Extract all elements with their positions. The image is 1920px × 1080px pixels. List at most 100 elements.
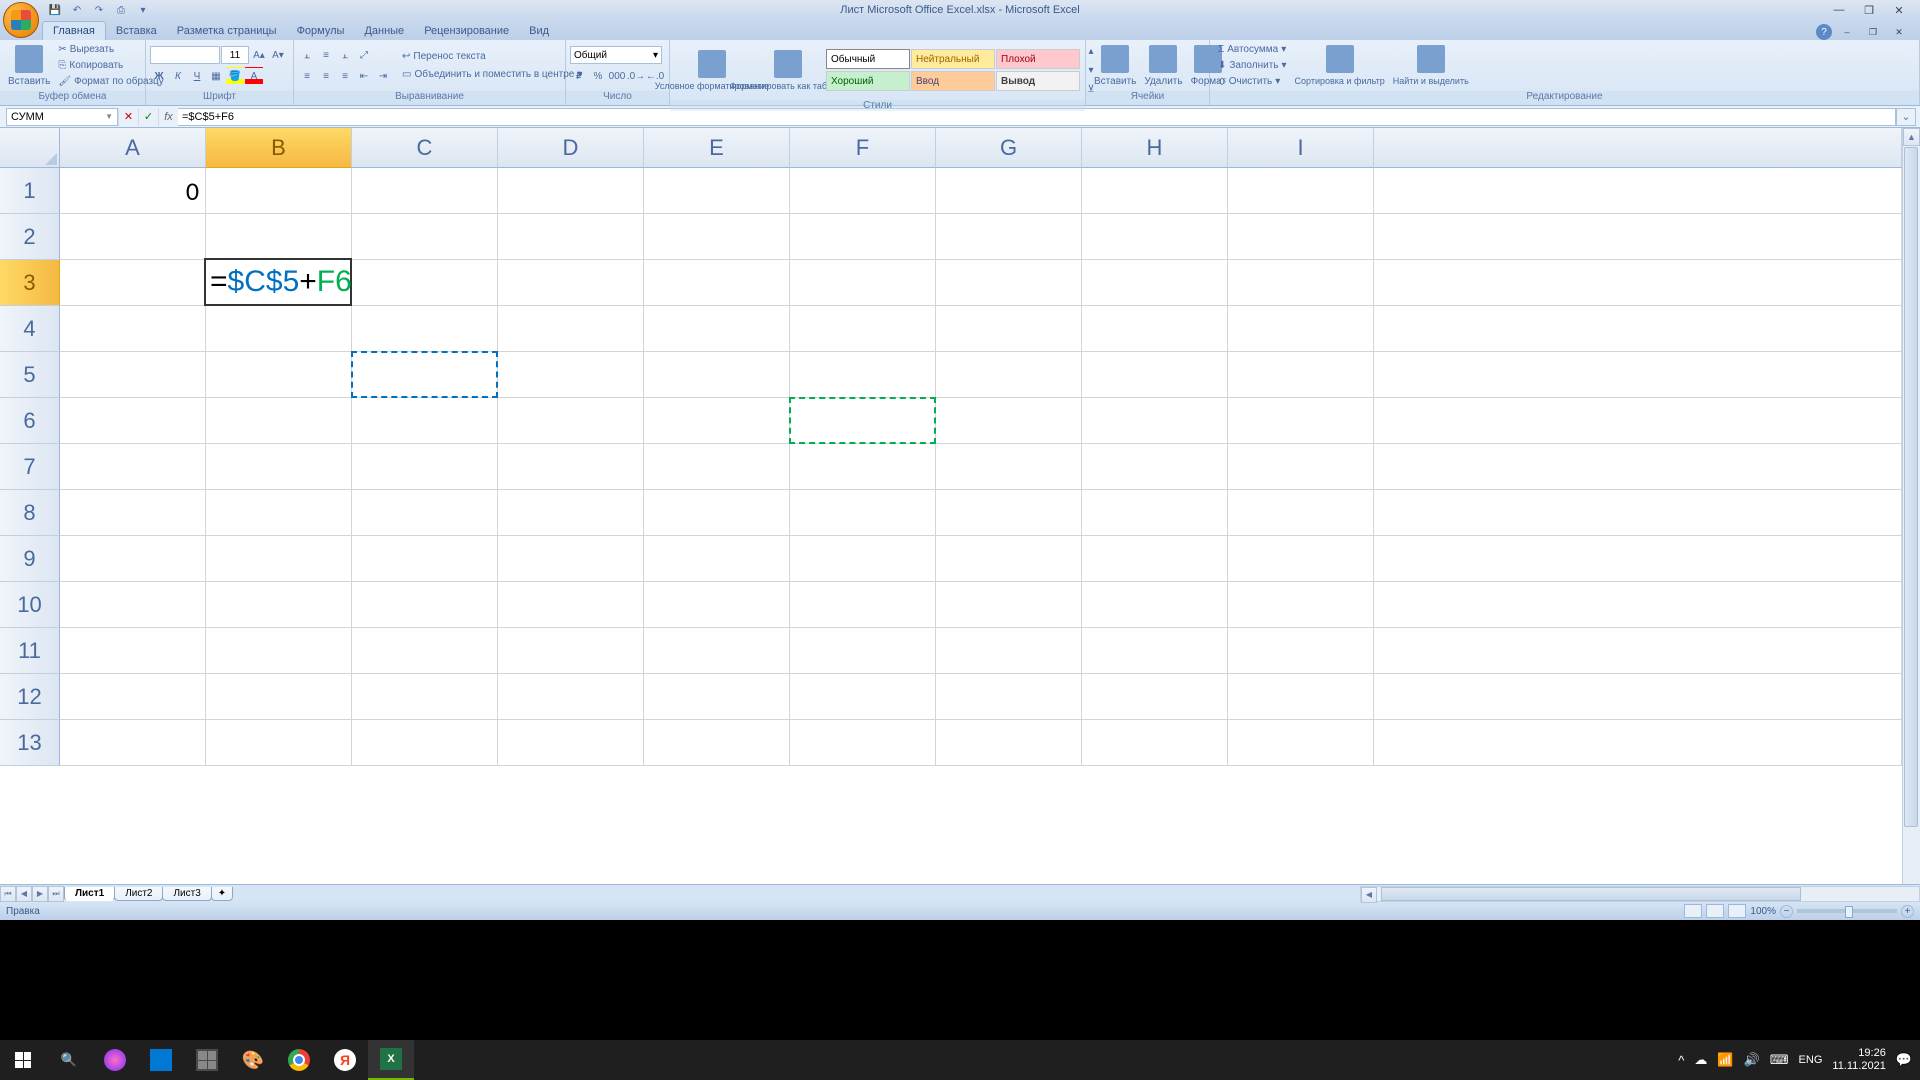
col-header-i[interactable]: I — [1228, 128, 1374, 168]
cell-d7[interactable] — [498, 444, 644, 490]
close-button[interactable]: ✕ — [1888, 3, 1910, 17]
cell-a12[interactable] — [60, 674, 206, 720]
find-select-button[interactable]: Найти и выделить — [1389, 43, 1473, 88]
tray-cloud-icon[interactable]: ☁ — [1694, 1052, 1707, 1068]
qat-save-icon[interactable]: 💾 — [45, 2, 65, 18]
fx-button[interactable]: fx — [158, 108, 178, 126]
view-pagebreak-icon[interactable] — [1728, 904, 1746, 918]
cell-g8[interactable] — [936, 490, 1082, 536]
align-middle-icon[interactable]: ≡ — [317, 46, 335, 64]
cell-e7[interactable] — [644, 444, 790, 490]
cell-h2[interactable] — [1082, 214, 1228, 260]
tab-insert[interactable]: Вставка — [106, 22, 167, 40]
row-header-10[interactable]: 10 — [0, 582, 60, 628]
cell-i2[interactable] — [1228, 214, 1374, 260]
cell-h9[interactable] — [1082, 536, 1228, 582]
cell-i5[interactable] — [1228, 352, 1374, 398]
formula-cancel-button[interactable]: ✕ — [118, 108, 138, 126]
help-icon[interactable]: ? — [1816, 24, 1832, 40]
cell-d9[interactable] — [498, 536, 644, 582]
cell-g12[interactable] — [936, 674, 1082, 720]
cell-b6[interactable] — [206, 398, 352, 444]
cell-e6[interactable] — [644, 398, 790, 444]
cell-a2[interactable] — [60, 214, 206, 260]
cell-d3[interactable] — [498, 260, 644, 306]
minimize-button[interactable]: — — [1828, 3, 1850, 17]
cell-b1[interactable] — [206, 168, 352, 214]
cell-h13[interactable] — [1082, 720, 1228, 766]
italic-button[interactable]: К — [169, 67, 187, 85]
cell-a4[interactable] — [60, 306, 206, 352]
view-normal-icon[interactable] — [1684, 904, 1702, 918]
cell-i10[interactable] — [1228, 582, 1374, 628]
cell-d6[interactable] — [498, 398, 644, 444]
active-cell-editor[interactable]: =$C$5+F6 — [204, 258, 352, 306]
name-box[interactable]: СУММ▼ — [6, 108, 118, 126]
cell-e5[interactable] — [644, 352, 790, 398]
align-right-icon[interactable]: ≡ — [336, 67, 354, 85]
cell-i11[interactable] — [1228, 628, 1374, 674]
percent-icon[interactable]: % — [589, 67, 607, 85]
border-button[interactable]: ▦ — [207, 67, 225, 85]
scroll-up-icon[interactable]: ▲ — [1903, 128, 1920, 146]
cell-e4[interactable] — [644, 306, 790, 352]
sheet-tab-2[interactable]: Лист2 — [114, 887, 163, 901]
cell-b2[interactable] — [206, 214, 352, 260]
sheet-first-icon[interactable]: ⏮ — [0, 886, 16, 902]
cell-a1[interactable]: 0 — [60, 168, 206, 214]
row-header-12[interactable]: 12 — [0, 674, 60, 720]
cell-b9[interactable] — [206, 536, 352, 582]
row-header-5[interactable]: 5 — [0, 352, 60, 398]
cell-i3[interactable] — [1228, 260, 1374, 306]
inc-decimal-icon[interactable]: .0→ — [627, 67, 645, 85]
tab-data[interactable]: Данные — [354, 22, 414, 40]
tab-view[interactable]: Вид — [519, 22, 559, 40]
cells-delete-button[interactable]: Удалить — [1140, 43, 1186, 89]
cell-h5[interactable] — [1082, 352, 1228, 398]
col-header-a[interactable]: A — [60, 128, 206, 168]
fill-button[interactable]: ⬇Заполнить ▾ — [1214, 58, 1291, 73]
font-size-combo[interactable] — [221, 46, 249, 64]
cell-f8[interactable] — [790, 490, 936, 536]
font-name-combo[interactable] — [150, 46, 220, 64]
cell-i12[interactable] — [1228, 674, 1374, 720]
col-header-c[interactable]: C — [352, 128, 498, 168]
zoom-out-button[interactable]: − — [1780, 905, 1793, 918]
cell-h1[interactable] — [1082, 168, 1228, 214]
cell-h4[interactable] — [1082, 306, 1228, 352]
office-button[interactable] — [3, 2, 39, 38]
cell-g11[interactable] — [936, 628, 1082, 674]
cell-d2[interactable] — [498, 214, 644, 260]
cell-d5[interactable] — [498, 352, 644, 398]
fill-color-button[interactable]: 🪣 — [226, 67, 244, 85]
cell-i7[interactable] — [1228, 444, 1374, 490]
row-header-13[interactable]: 13 — [0, 720, 60, 766]
col-header-f[interactable]: F — [790, 128, 936, 168]
zoom-in-button[interactable]: + — [1901, 905, 1914, 918]
cell-h11[interactable] — [1082, 628, 1228, 674]
row-header-7[interactable]: 7 — [0, 444, 60, 490]
cell-f4[interactable] — [790, 306, 936, 352]
row-header-1[interactable]: 1 — [0, 168, 60, 214]
row-header-2[interactable]: 2 — [0, 214, 60, 260]
cell-c8[interactable] — [352, 490, 498, 536]
cell-a11[interactable] — [60, 628, 206, 674]
cell-f5[interactable] — [790, 352, 936, 398]
cell-f10[interactable] — [790, 582, 936, 628]
col-header-d[interactable]: D — [498, 128, 644, 168]
qat-undo-icon[interactable]: ↶ — [67, 2, 87, 18]
cell-h8[interactable] — [1082, 490, 1228, 536]
cell-h12[interactable] — [1082, 674, 1228, 720]
cell-f11[interactable] — [790, 628, 936, 674]
qat-redo-icon[interactable]: ↷ — [89, 2, 109, 18]
align-top-icon[interactable]: ⫠ — [298, 46, 316, 64]
currency-icon[interactable]: ₽ — [570, 67, 588, 85]
cell-g7[interactable] — [936, 444, 1082, 490]
zoom-slider[interactable] — [1797, 909, 1897, 913]
tab-home[interactable]: Главная — [42, 21, 106, 40]
cell-c1[interactable] — [352, 168, 498, 214]
cell-g13[interactable] — [936, 720, 1082, 766]
cell-g1[interactable] — [936, 168, 1082, 214]
cell-a5[interactable] — [60, 352, 206, 398]
indent-dec-icon[interactable]: ⇤ — [355, 67, 373, 85]
